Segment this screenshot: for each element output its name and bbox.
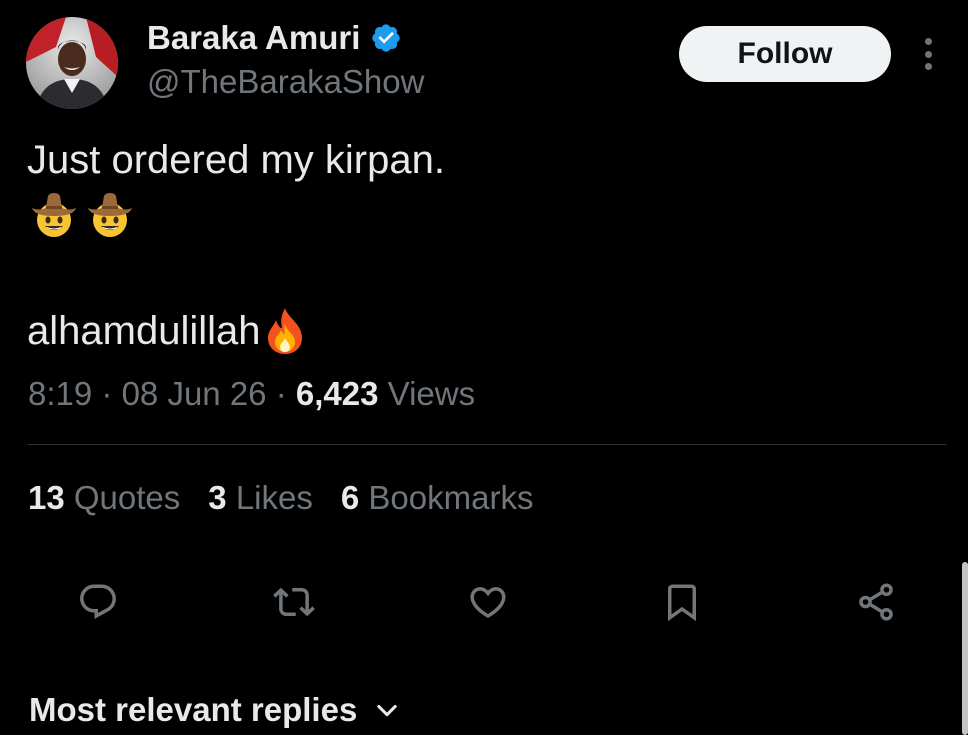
like-icon (470, 587, 506, 619)
tweet-text: alhamdulillah (27, 309, 261, 353)
author-handle[interactable]: @TheBarakaShow (147, 62, 424, 102)
more-dot (924, 50, 932, 58)
avatar-image (26, 17, 118, 109)
tweet-text-line: Just ordered my kirpan. (27, 138, 445, 182)
scrollbar[interactable] (962, 562, 968, 735)
author-display-name[interactable]: Baraka Amuri (147, 18, 360, 58)
cowboy-face-emoji-icon (88, 193, 132, 237)
avatar[interactable] (26, 17, 118, 109)
meta-separator: · (101, 375, 113, 412)
verified-badge-icon (372, 24, 401, 52)
bookmarks-label: Bookmarks (368, 479, 534, 516)
retweet-button[interactable] (270, 578, 318, 626)
more-dot (924, 38, 932, 45)
views-count: 6,423 (295, 375, 379, 412)
fire-emoji-icon (268, 308, 303, 354)
reply-icon (80, 584, 116, 619)
bookmarks-stat[interactable]: 6 Bookmarks (341, 478, 534, 518)
more-dot (924, 63, 932, 70)
tweet-meta: 8:19 · 08 Jun 26 · 6,423 Views (28, 374, 475, 414)
bookmarks-count: 6 (340, 479, 360, 516)
views-label: Views (387, 375, 476, 412)
quotes-stat[interactable]: 13 Quotes (28, 478, 180, 518)
engagement-stats: 13 Quotes 3 Likes 6 Bookmarks (28, 478, 533, 518)
bookmark-button[interactable] (658, 578, 706, 626)
replies-sort-dropdown[interactable]: Most relevant replies (29, 690, 401, 730)
quotes-count: 13 (28, 479, 65, 516)
more-options-icon[interactable] (916, 38, 940, 70)
emoji-row (28, 188, 136, 240)
likes-count: 3 (208, 479, 227, 516)
likes-stat[interactable]: 3 Likes (208, 478, 313, 518)
tweet-date[interactable]: 08 Jun 26 (122, 375, 267, 412)
share-icon (859, 583, 893, 621)
bookmark-icon (668, 584, 696, 622)
reply-button[interactable] (74, 578, 122, 626)
share-button[interactable] (852, 578, 900, 626)
quotes-label: Quotes (73, 479, 181, 516)
likes-label: Likes (235, 479, 313, 516)
meta-separator: · (275, 375, 287, 412)
divider (28, 444, 946, 445)
retweet-icon (273, 587, 315, 617)
replies-sort-label: Most relevant replies (29, 691, 358, 728)
follow-button[interactable]: Follow (679, 26, 891, 82)
chevron-down-icon (377, 704, 397, 717)
cowboy-face-emoji-icon (32, 193, 76, 237)
author-name-row[interactable]: Baraka Amuri (147, 18, 402, 58)
tweet-time[interactable]: 8:19 (28, 375, 92, 412)
like-button[interactable] (464, 578, 512, 626)
tweet-text-line-2: alhamdulillah (27, 306, 308, 356)
